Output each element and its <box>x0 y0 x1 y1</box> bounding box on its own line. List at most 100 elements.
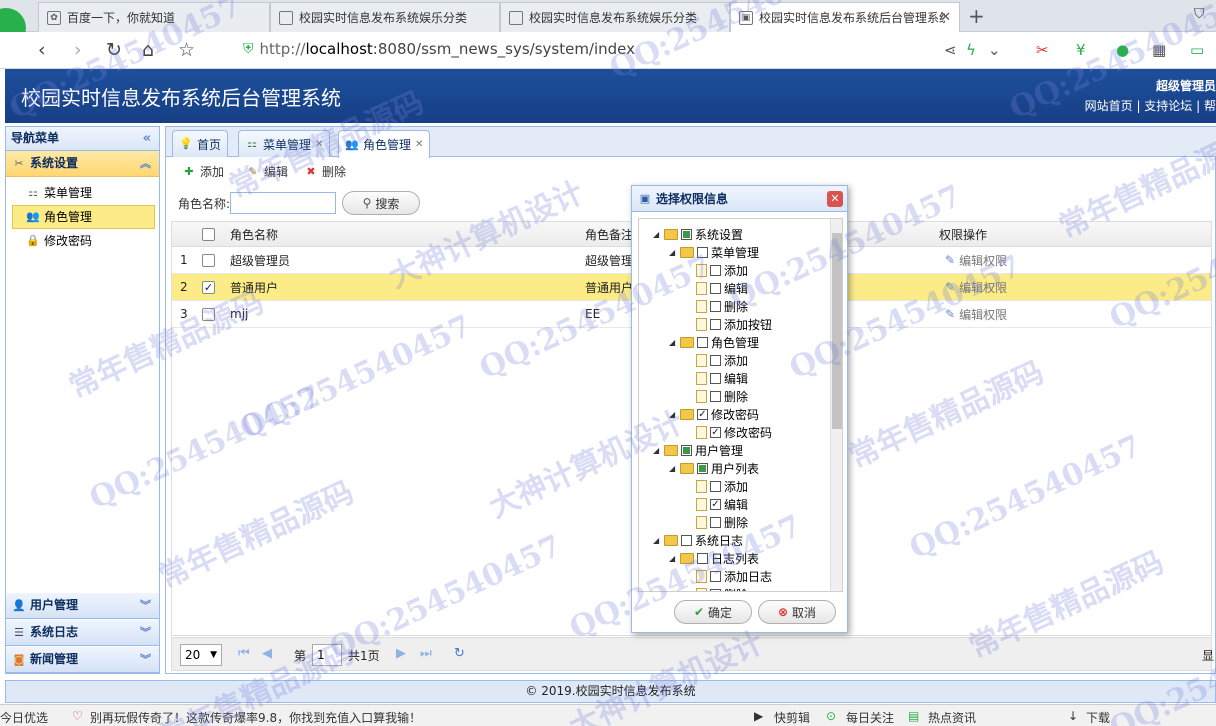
browser-tab-2[interactable]: 校园实时信息发布系统娱乐分类 <box>270 2 500 32</box>
chevron-down-icon[interactable]: ⌄ <box>988 41 1001 59</box>
tab-menu-manage[interactable]: ⚏ 菜单管理 ✕ <box>238 130 331 157</box>
app-icon[interactable]: ● <box>1116 41 1129 59</box>
status-today[interactable]: 今日优选 <box>0 709 48 726</box>
share-icon[interactable]: ⋖ <box>944 41 957 59</box>
tree-checkbox[interactable] <box>697 246 708 258</box>
tools-icon[interactable]: ✂ <box>1036 41 1049 59</box>
tree-node[interactable]: 删除 <box>685 387 748 405</box>
refresh-icon[interactable]: ↻ <box>454 646 465 661</box>
status-download[interactable]: 下载 <box>1086 709 1110 726</box>
back-icon[interactable]: ‹ <box>38 39 46 61</box>
role-name-input[interactable] <box>230 192 336 214</box>
tree-node[interactable]: 添加 <box>685 261 748 279</box>
battery-icon[interactable]: ▭ <box>1190 41 1204 59</box>
sidebar-item-change-password[interactable]: 🔒 修改密码 <box>6 229 159 253</box>
tree-checkbox[interactable] <box>710 588 721 591</box>
tree-node[interactable]: 删除 <box>685 513 748 531</box>
tree-checkbox[interactable]: ✓ <box>710 426 721 438</box>
browser-tab-3[interactable]: 校园实时信息发布系统娱乐分类 <box>500 2 730 32</box>
expand-toggle-icon[interactable]: ◢ <box>669 410 677 419</box>
page-size-select[interactable]: 20 ▼ <box>180 644 222 666</box>
tab-role-manage[interactable]: 👥 角色管理 ✕ <box>338 130 431 158</box>
row-checkbox[interactable] <box>202 253 215 267</box>
tree-node[interactable]: 添加 <box>685 351 748 369</box>
tree-node[interactable]: 添加 <box>685 477 748 495</box>
tree-node[interactable]: ◢ 用户管理 <box>653 441 743 459</box>
ok-button[interactable]: ✔ 确定 <box>674 600 752 624</box>
sidebar-group-user-manage[interactable]: 👤 用户管理 ︾ <box>6 593 159 619</box>
expand-toggle-icon[interactable]: ◢ <box>669 464 677 473</box>
tree-node[interactable]: 添加按钮 <box>685 315 772 333</box>
expand-toggle-icon[interactable]: ◢ <box>653 536 661 545</box>
bolt-icon[interactable]: ϟ <box>966 41 976 59</box>
last-page-icon[interactable]: ⏭ <box>420 646 432 661</box>
tree-checkbox[interactable] <box>710 300 721 312</box>
tree-checkbox[interactable] <box>697 552 708 564</box>
browser-tab-4[interactable]: ▣ 校园实时信息发布系统后台管理系统 ✕ <box>730 2 960 32</box>
column-permissions[interactable]: 权限操作 <box>939 222 1029 246</box>
collapse-icon[interactable]: « <box>143 127 151 150</box>
tree-checkbox[interactable] <box>697 336 708 348</box>
expand-toggle-icon[interactable]: ◢ <box>669 338 677 347</box>
sidebar-group-system-log[interactable]: ☰ 系统日志 ︾ <box>6 620 159 646</box>
close-icon[interactable]: ✕ <box>415 139 423 150</box>
edit-permission-link[interactable]: ✎ 编辑权限 <box>945 301 1007 327</box>
tree-node[interactable]: ◢ ✓ 修改密码 <box>669 405 759 423</box>
tree-node[interactable]: ◢ 菜单管理 <box>669 243 759 261</box>
close-icon[interactable]: ✕ <box>940 10 951 25</box>
tree-node[interactable]: ◢ 日志列表 <box>669 549 759 567</box>
tree-checkbox[interactable]: ✓ <box>710 498 721 510</box>
tree-node[interactable]: 删除 <box>685 585 748 591</box>
sidebar-group-system-settings[interactable]: ✂ 系统设置 ︽ <box>6 151 159 177</box>
row-checkbox[interactable] <box>202 307 215 321</box>
expand-toggle-icon[interactable]: ◢ <box>653 446 661 455</box>
status-news[interactable]: 别再玩假传奇了！这款传奇爆率9.8，你找到充值入口算我输！ <box>90 709 421 726</box>
star-icon[interactable]: ☆ <box>178 39 195 61</box>
tab-home[interactable]: 💡 首页 <box>172 130 229 157</box>
edit-permission-link[interactable]: ✎ 编辑权限 <box>945 274 1007 300</box>
edit-permission-link[interactable]: ✎ 编辑权限 <box>945 247 1007 273</box>
row-checkbox[interactable]: ✓ <box>202 280 215 294</box>
tree-checkbox[interactable] <box>710 372 721 384</box>
tree-node[interactable]: ◢ 系统设置 <box>653 225 743 243</box>
forward-icon[interactable]: › <box>74 39 82 61</box>
expand-toggle-icon[interactable]: ◢ <box>669 554 677 563</box>
tree-checkbox[interactable] <box>710 570 721 582</box>
browser-tab-1[interactable]: ✿ 百度一下，你就知道 <box>38 2 270 32</box>
yen-icon[interactable]: ¥ <box>1076 41 1086 59</box>
select-all-checkbox[interactable] <box>202 227 215 241</box>
tree-checkbox[interactable] <box>710 390 721 402</box>
next-page-icon[interactable]: ▶ <box>396 646 406 661</box>
tree-checkbox[interactable]: ✓ <box>697 408 708 420</box>
add-button[interactable]: ✚ 添加 <box>182 163 224 180</box>
tree-checkbox[interactable] <box>710 318 721 330</box>
tree-node[interactable]: ◢ 系统日志 <box>653 531 743 549</box>
reload-icon[interactable]: ↻ <box>106 39 122 61</box>
cancel-button[interactable]: ⊗ 取消 <box>758 600 836 624</box>
status-daily[interactable]: 每日关注 <box>846 709 894 726</box>
expand-toggle-icon[interactable]: ◢ <box>653 230 661 239</box>
tree-node[interactable]: ✓ 修改密码 <box>685 423 772 441</box>
tree-checkbox[interactable] <box>710 354 721 366</box>
sidebar-item-role-manage[interactable]: 👥 角色管理 <box>12 205 155 229</box>
tree-node[interactable]: ◢ 角色管理 <box>669 333 759 351</box>
tree-checkbox[interactable] <box>710 516 721 528</box>
first-page-icon[interactable]: ⏮ <box>238 646 250 661</box>
site-home-link[interactable]: 网站首页 <box>1085 99 1133 113</box>
tree-scrollbar[interactable] <box>830 219 842 591</box>
scrollbar-thumb[interactable] <box>832 233 842 429</box>
column-role-name[interactable]: 角色名称 <box>230 222 570 246</box>
tree-checkbox[interactable] <box>681 534 692 546</box>
tree-checkbox[interactable] <box>710 282 721 294</box>
tree-node[interactable]: 添加日志 <box>685 567 772 585</box>
help-link[interactable]: 帮 <box>1204 99 1216 113</box>
url-field[interactable]: ⛨ http://localhost:8080/ssm_news_sys/sys… <box>243 40 635 58</box>
shirt-icon[interactable]: ⛉ <box>1194 6 1205 22</box>
page-number-input[interactable]: 1 <box>312 644 342 666</box>
sidebar-group-news-manage[interactable]: ◙ 新闻管理 ︾ <box>6 647 159 673</box>
status-quick-edit[interactable]: 快剪辑 <box>774 709 810 726</box>
forum-link[interactable]: 支持论坛 <box>1144 99 1192 113</box>
prev-page-icon[interactable]: ◀ <box>262 646 272 661</box>
edit-button[interactable]: ✎ 编辑 <box>246 163 288 180</box>
close-icon[interactable]: ✕ <box>827 191 843 207</box>
